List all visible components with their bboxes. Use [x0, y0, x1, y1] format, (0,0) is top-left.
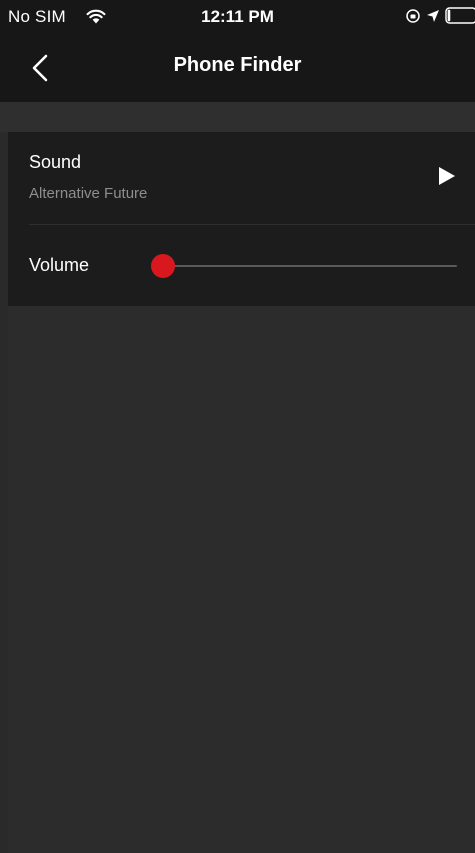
sound-value: Alternative Future: [29, 185, 148, 202]
slider-thumb[interactable]: [151, 254, 175, 278]
header-bar: No SIM 12:11 PM Phone Finder: [0, 0, 475, 102]
location-arrow-icon: [427, 10, 439, 22]
battery-icon: [445, 7, 475, 24]
volume-label: Volume: [29, 255, 90, 275]
empty-content-area: [8, 306, 475, 853]
volume-row: Volume: [8, 225, 475, 306]
status-time: 12:11 PM: [201, 7, 274, 26]
settings-card: Sound Alternative Future Volume: [8, 132, 475, 306]
play-button[interactable]: [436, 164, 458, 188]
status-icons: [405, 6, 475, 26]
section-spacer: [0, 102, 475, 132]
sound-row[interactable]: Sound Alternative Future: [8, 132, 475, 224]
volume-slider[interactable]: [149, 251, 459, 281]
page-title: Phone Finder: [173, 54, 302, 76]
slider-track: [161, 265, 457, 267]
phone-finder-screen: No SIM 12:11 PM Phone Finder Sound Alter…: [0, 0, 475, 853]
orientation-lock-icon: [406, 9, 420, 23]
status-bar: No SIM 12:11 PM: [0, 0, 475, 36]
navigation-bar: Phone Finder: [0, 36, 475, 102]
sound-label: Sound: [29, 152, 82, 172]
